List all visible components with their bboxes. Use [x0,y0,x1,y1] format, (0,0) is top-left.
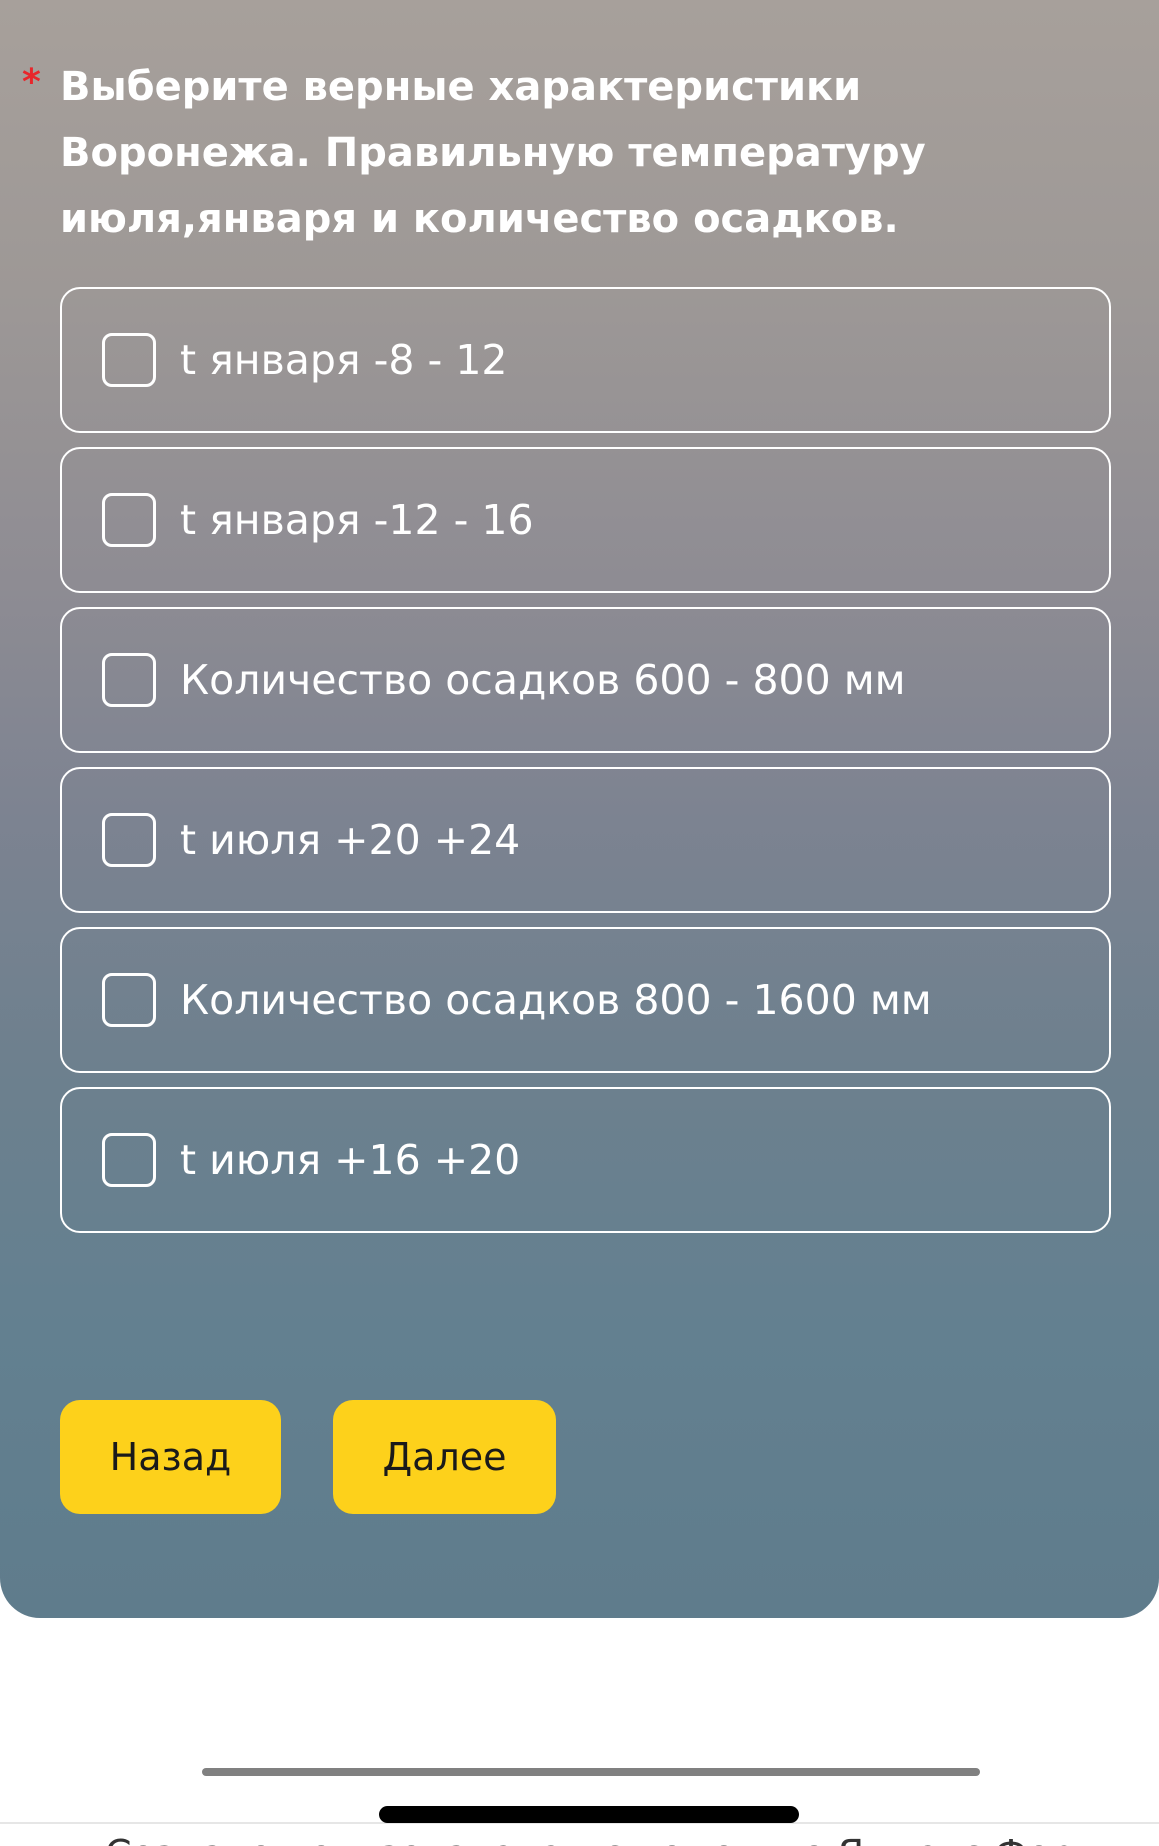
checkbox-icon[interactable] [102,813,156,867]
footer: Создано пользователем с помощью Яндекс Ф… [0,1822,1159,1846]
answer-options: t января -8 - 12 t января -12 - 16 Колич… [60,287,1111,1247]
back-button[interactable]: Назад [60,1400,281,1514]
option-july-20-24[interactable]: t июля +20 +24 [60,767,1111,913]
checkbox-icon[interactable] [102,973,156,1027]
option-label: t января -12 - 16 [180,496,534,544]
option-january-8-12[interactable]: t января -8 - 12 [60,287,1111,433]
checkbox-icon[interactable] [102,653,156,707]
checkbox-icon[interactable] [102,1133,156,1187]
option-july-16-20[interactable]: t июля +16 +20 [60,1087,1111,1233]
checkbox-icon[interactable] [102,493,156,547]
option-january-12-16[interactable]: t января -12 - 16 [60,447,1111,593]
option-label: t июля +16 +20 [180,1136,521,1184]
home-indicator[interactable] [379,1806,799,1823]
question-title: Выберите верные характеристики Воронежа.… [60,64,926,242]
option-precipitation-600-800[interactable]: Количество осадков 600 - 800 мм [60,607,1111,753]
option-label: Количество осадков 600 - 800 мм [180,656,906,704]
form-page: * Выберите верные характеристики Воронеж… [0,0,1159,1846]
form-card: * Выберите верные характеристики Воронеж… [0,0,1159,1618]
option-label: Количество осадков 800 - 1600 мм [180,976,932,1024]
option-precipitation-800-1600[interactable]: Количество осадков 800 - 1600 мм [60,927,1111,1073]
checkbox-icon[interactable] [102,333,156,387]
footer-text: Создано пользователем с помощью Яндекс Ф… [105,1832,1103,1846]
option-label: t июля +20 +24 [180,816,521,864]
horizontal-scrollbar[interactable] [202,1768,980,1776]
option-label: t января -8 - 12 [180,336,508,384]
required-marker: * [22,62,41,103]
next-button[interactable]: Далее [333,1400,556,1514]
